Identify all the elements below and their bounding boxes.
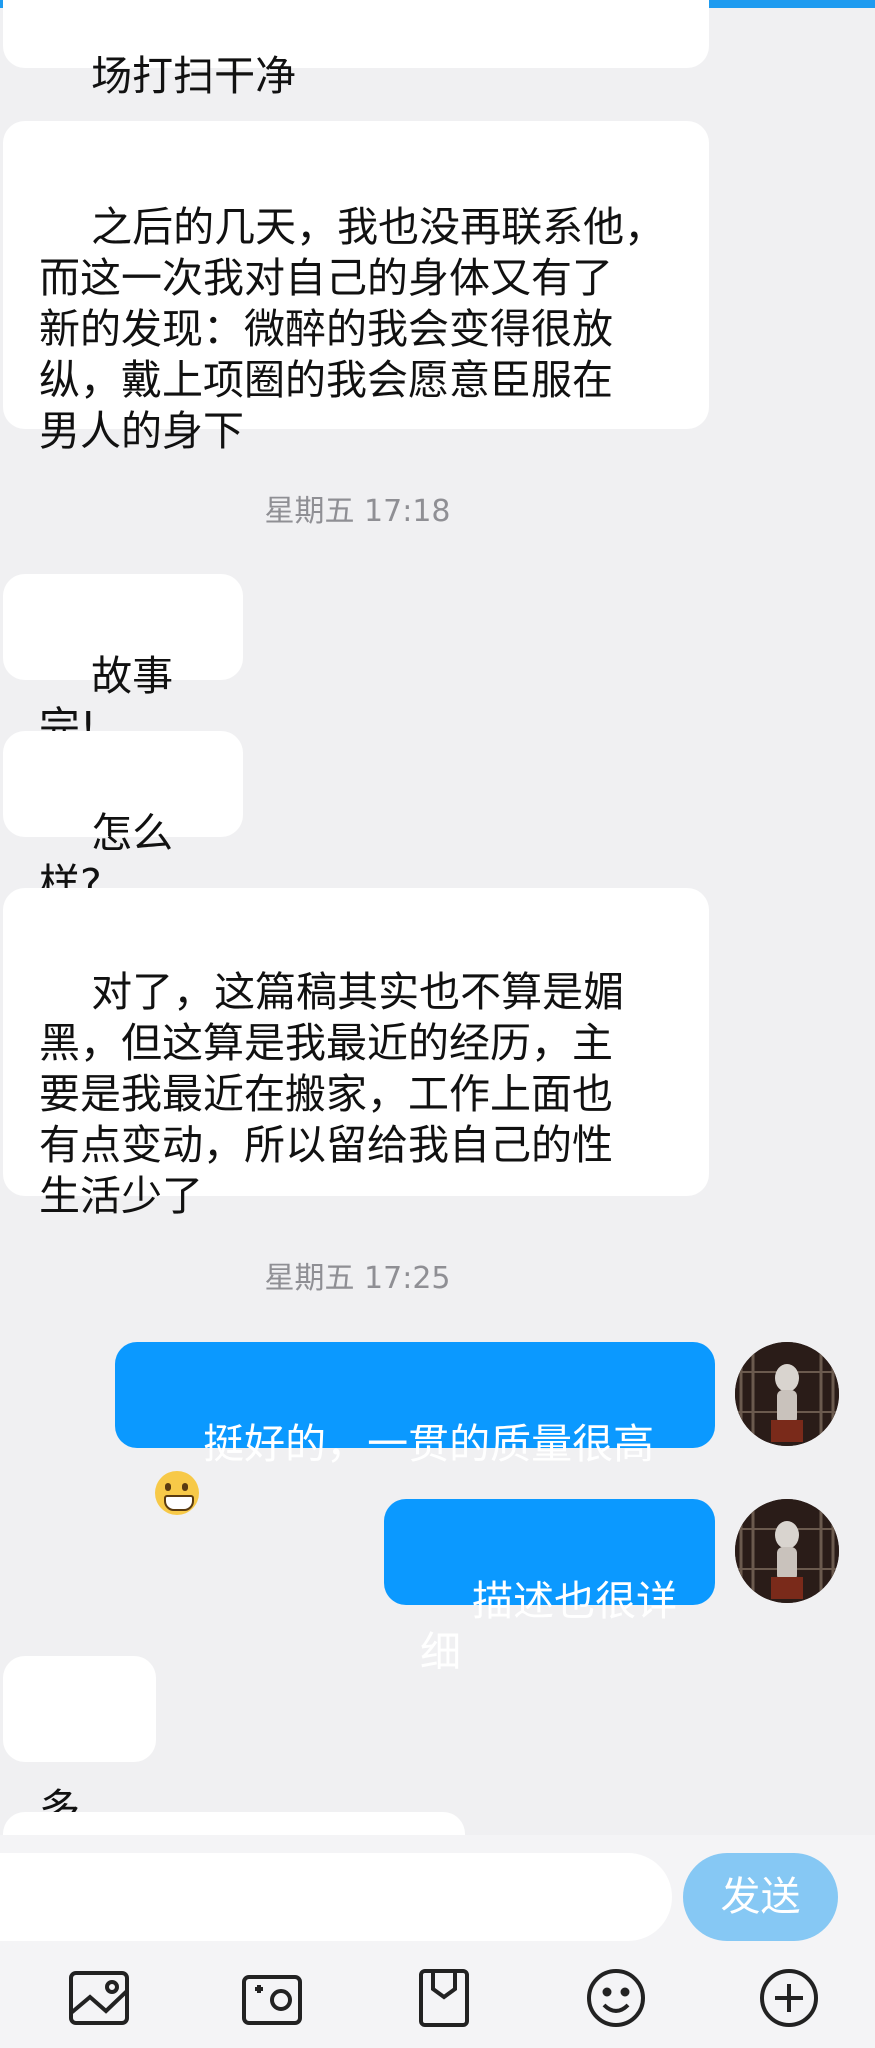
message-bubble-outgoing[interactable]: 挺好的，一贯的质量很高: [115, 1342, 715, 1515]
message-bubble-incoming[interactable]: 怎么样?: [3, 731, 243, 908]
bottom-toolbar: [0, 1945, 875, 2048]
avatar[interactable]: [735, 1499, 839, 1603]
message-bubble-incoming[interactable]: 之后的几天，我也没再联系他， 而这一次我对自己的身体又有了 新的发现：微醉的我会…: [3, 121, 709, 455]
message-bubble-incoming[interactable]: 对了，这篇稿其实也不算是媚 黑，但这算是我最近的经历，主 要是我最近在搬家，工作…: [3, 888, 709, 1220]
message-text: 之后的几天，我也没再联系他， 而这一次我对自己的身体又有了 新的发现：微醉的我会…: [39, 203, 666, 455]
file-icon[interactable]: [413, 1967, 475, 2029]
timestamp: 星期五 17:25: [264, 1261, 451, 1296]
plus-circle-icon[interactable]: [758, 1967, 820, 2029]
timestamp: 星期五 17:18: [264, 494, 451, 529]
message-bubble-incoming[interactable]: 多谢: [3, 1656, 156, 1833]
message-text: 描述也很详细: [420, 1577, 678, 1676]
message-input[interactable]: [0, 1853, 672, 1941]
message-bubble-incoming[interactable]: 场打扫干净: [3, 0, 709, 100]
message-bubble-incoming[interactable]: 故事完!: [3, 574, 243, 751]
message-bubble-incoming-partial[interactable]: [3, 1812, 465, 1835]
message-bubble-outgoing[interactable]: 描述也很详细: [384, 1499, 715, 1676]
message-text: 场打扫干净: [91, 52, 297, 100]
send-button[interactable]: 发送: [683, 1853, 838, 1941]
image-icon[interactable]: [68, 1967, 130, 2029]
grinning-face-emoji-icon: [155, 1471, 199, 1515]
avatar[interactable]: [735, 1342, 839, 1446]
message-text: 对了，这篇稿其实也不算是媚 黑，但这算是我最近的经历，主 要是我最近在搬家，工作…: [39, 968, 625, 1220]
emoji-icon[interactable]: [585, 1967, 647, 2029]
camera-icon[interactable]: [241, 1967, 303, 2029]
message-text: 挺好的，一贯的质量很高: [203, 1420, 655, 1468]
message-input-bar: 发送: [0, 1835, 875, 1945]
chat-area[interactable]: 场打扫干净 之后的几天，我也没再联系他， 而这一次我对自己的身体又有了 新的发现…: [0, 0, 875, 1835]
